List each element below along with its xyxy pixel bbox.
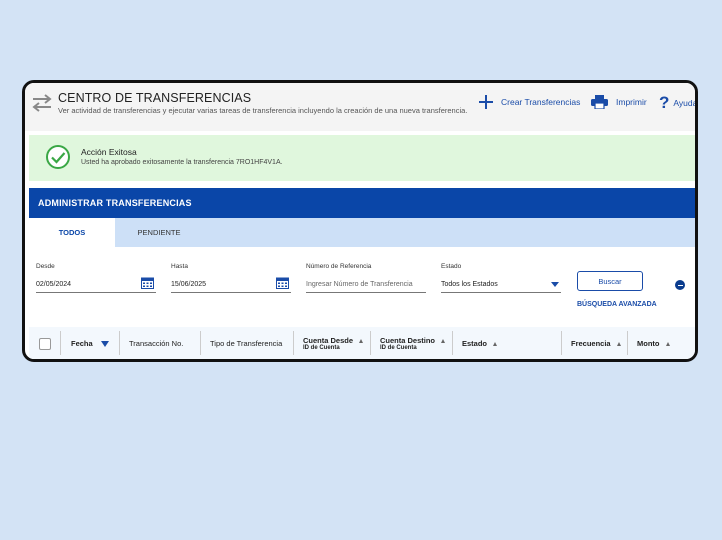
referencia-label: Número de Referencia xyxy=(306,263,372,270)
page-subtitle: Ver actividad de transferencias y ejecut… xyxy=(58,106,468,115)
page-title: CENTRO DE TRANSFERENCIAS xyxy=(58,91,252,105)
printer-icon xyxy=(591,95,608,109)
col-cuenta-desde[interactable]: Cuenta Desde ID de Cuenta xyxy=(303,327,364,359)
sort-icon xyxy=(359,338,364,343)
help-label: Ayuda xyxy=(673,98,695,108)
col-cuenta-destino[interactable]: Cuenta Destino ID de Cuenta xyxy=(380,327,446,359)
tab-bar: TODOS PENDIENTE xyxy=(29,218,695,247)
collapse-icon[interactable] xyxy=(675,280,685,290)
desde-date-input[interactable]: 02/05/2024 xyxy=(36,276,156,293)
desde-label: Desde xyxy=(36,263,55,270)
success-message: Usted ha aprobado exitosamente la transf… xyxy=(81,159,283,166)
tab-pendiente[interactable]: PENDIENTE xyxy=(115,218,203,247)
referencia-placeholder: Ingresar Número de Transferencia xyxy=(306,280,413,288)
select-all-checkbox[interactable] xyxy=(39,338,51,350)
col-estado[interactable]: Estado xyxy=(462,327,498,359)
estado-select[interactable]: Todos los Estados xyxy=(441,276,561,293)
app-window: CENTRO DE TRANSFERENCIAS Ver actividad d… xyxy=(22,80,698,362)
col-transaccion[interactable]: Transacción No. xyxy=(129,327,183,359)
help-button[interactable]: ? Ayuda xyxy=(659,93,695,113)
sort-icon xyxy=(616,341,621,346)
estado-label: Estado xyxy=(441,263,462,270)
question-icon: ? xyxy=(659,93,670,112)
dropdown-caret-icon xyxy=(551,282,559,287)
print-label: Imprimir xyxy=(616,97,647,107)
hasta-value: 15/06/2025 xyxy=(171,280,207,288)
page-header: CENTRO DE TRANSFERENCIAS Ver actividad d… xyxy=(25,83,695,131)
admin-title: ADMINISTRAR TRANSFERENCIAS xyxy=(38,198,192,208)
admin-bar: ADMINISTRAR TRANSFERENCIAS xyxy=(29,188,695,218)
sort-icon xyxy=(441,338,446,343)
check-circle-icon xyxy=(46,145,70,169)
col-tipo[interactable]: Tipo de Transferencia xyxy=(210,327,282,359)
calendar-icon[interactable] xyxy=(276,277,289,289)
success-title: Acción Exitosa xyxy=(81,147,137,157)
sort-icon xyxy=(493,341,498,346)
sort-desc-icon xyxy=(100,340,109,347)
referencia-input[interactable]: Ingresar Número de Transferencia xyxy=(306,276,426,293)
plus-icon xyxy=(479,95,493,109)
search-button[interactable]: Buscar xyxy=(577,271,643,291)
sort-icon xyxy=(665,341,670,346)
table-header: Fecha Transacción No. Tipo de Transferen… xyxy=(29,327,695,359)
desde-value: 02/05/2024 xyxy=(36,280,72,288)
create-transfer-button[interactable]: Crear Transferencias xyxy=(479,95,580,109)
success-banner: Acción Exitosa Usted ha aprobado exitosa… xyxy=(29,135,695,181)
col-frecuencia[interactable]: Frecuencia xyxy=(571,327,621,359)
advanced-search-link[interactable]: BÚSQUEDA AVANZADA xyxy=(577,301,657,308)
hasta-label: Hasta xyxy=(171,263,188,270)
transfer-arrows-icon xyxy=(32,94,52,112)
create-transfer-label: Crear Transferencias xyxy=(501,97,581,107)
hasta-date-input[interactable]: 15/06/2025 xyxy=(171,276,291,293)
tab-todos[interactable]: TODOS xyxy=(29,218,115,247)
calendar-icon[interactable] xyxy=(141,277,154,289)
print-button[interactable]: Imprimir xyxy=(591,95,647,109)
col-monto[interactable]: Monto xyxy=(637,327,670,359)
estado-value: Todos los Estados xyxy=(441,280,498,288)
col-fecha[interactable]: Fecha xyxy=(71,327,109,359)
